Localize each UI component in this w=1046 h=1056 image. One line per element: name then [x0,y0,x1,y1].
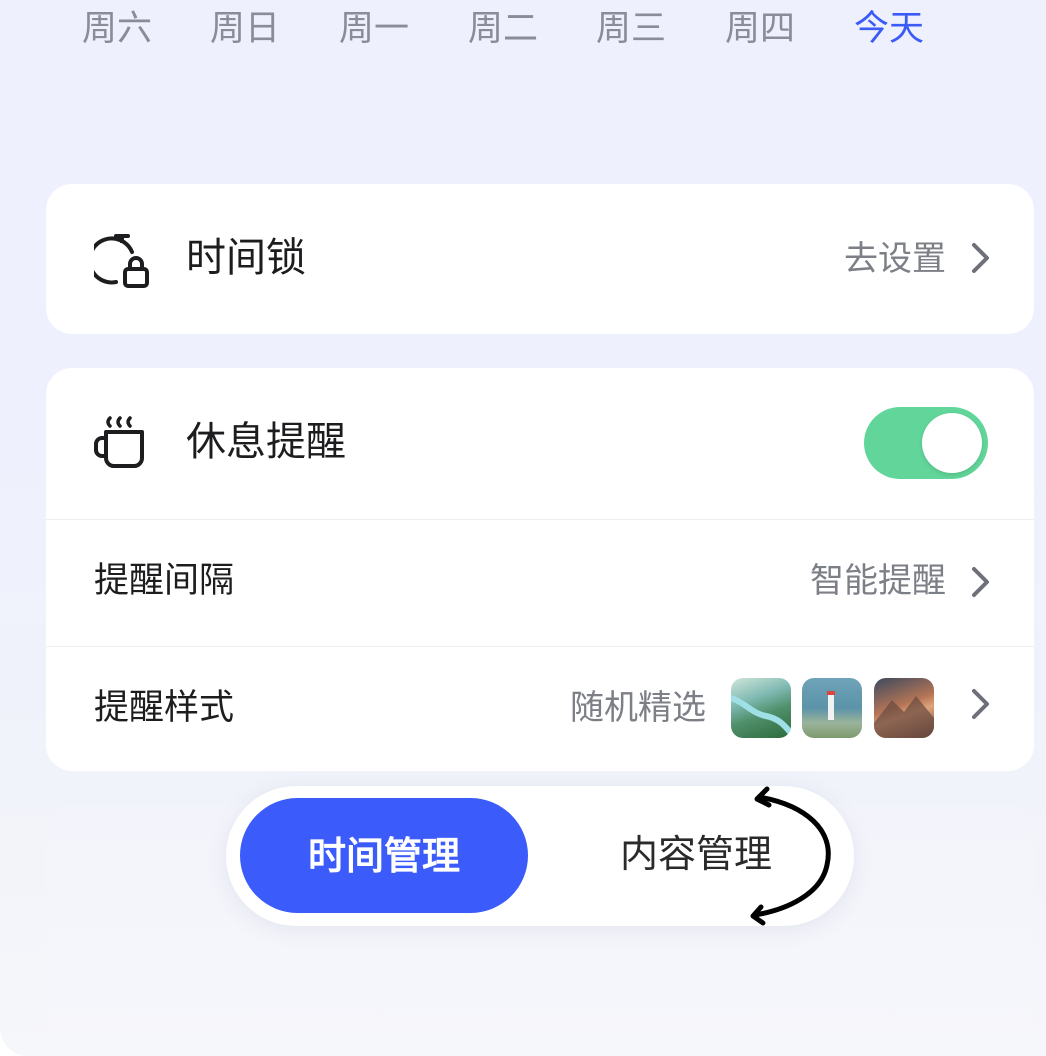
coffee-cup-icon [94,416,144,468]
time-lock-label: 时间锁 [186,235,306,281]
mountain-sunset-image [874,696,934,738]
mountain-sunset-thumbnail[interactable] [874,678,934,738]
time-lock-value[interactable]: 去设置 [726,236,946,282]
day-sun[interactable]: 周日 [200,6,290,52]
toggle-knob [922,413,982,473]
day-today[interactable]: 今天 [844,6,934,52]
rest-reminder-card: 休息提醒 提醒间隔 智能提醒 提醒样式 随机精选 [46,368,1034,771]
reminder-style-label: 提醒样式 [94,688,235,728]
reminder-interval-value[interactable]: 智能提醒 [686,558,946,604]
screen: 周六 周日 周一 周二 周三 周四 今天 时间锁 去设置 休息提醒 提醒间隔 智… [0,0,1046,1056]
reminder-interval-label: 提醒间隔 [94,561,235,601]
day-sat[interactable]: 周六 [72,6,162,52]
reminder-style-value[interactable]: 随机精选 [506,685,706,731]
weekday-strip: 周六 周日 周一 周二 周三 周四 今天 [0,6,1046,56]
chevron-right-icon[interactable] [966,686,994,722]
rest-reminder-label: 休息提醒 [186,419,346,465]
rest-reminder-toggle[interactable] [864,407,988,479]
reminder-interval-row[interactable]: 提醒间隔 智能提醒 [46,520,1034,646]
rest-reminder-row: 休息提醒 [46,368,1034,520]
lighthouse-thumbnail[interactable] [802,678,862,738]
lighthouse-image [827,691,835,720]
stopwatch-lock-icon [94,234,149,288]
tab-time-management-label[interactable]: 时间管理 [240,828,528,884]
swipe-arrow-annotation [750,786,831,926]
river-landscape-image [731,695,791,736]
day-tue[interactable]: 周二 [458,6,548,52]
time-lock-card[interactable]: 时间锁 去设置 [46,184,1034,334]
river-landscape-thumbnail[interactable] [731,678,791,738]
chevron-right-icon[interactable] [966,240,994,276]
day-wed[interactable]: 周三 [586,6,676,52]
day-thu[interactable]: 周四 [715,6,805,52]
chevron-right-icon[interactable] [966,564,994,600]
day-mon[interactable]: 周一 [329,6,419,52]
